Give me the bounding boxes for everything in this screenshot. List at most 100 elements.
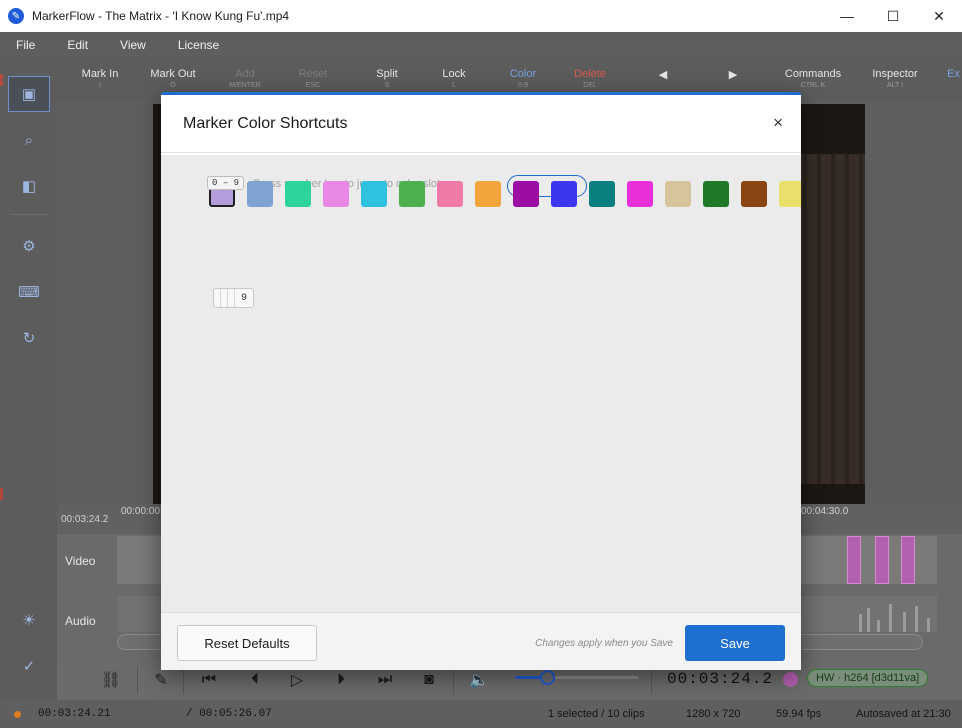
prev-marker-button[interactable]: ◀ — [653, 68, 673, 83]
audio-waveform — [867, 608, 870, 632]
skip-forward-icon: ⏭ — [377, 671, 393, 688]
split-button[interactable]: Split S — [361, 68, 413, 89]
menu-view[interactable]: View — [104, 38, 162, 52]
minimize-button[interactable]: — — [824, 0, 870, 32]
status-total-time: / 00:05:26.07 — [186, 708, 272, 720]
status-autosave: Autosaved at 21:30 — [856, 708, 951, 720]
video-scene — [793, 154, 865, 484]
maximize-button[interactable]: ☐ — [870, 0, 916, 32]
window-title: MarkerFlow - The Matrix - 'I Know Kung F… — [32, 9, 290, 23]
keycap — [221, 289, 228, 307]
color-swatch[interactable] — [475, 181, 501, 207]
color-swatch[interactable] — [513, 181, 539, 207]
window-controls: — ☐ ✕ — [824, 0, 962, 32]
reset-defaults-button[interactable]: Reset Defaults — [177, 625, 317, 661]
volume-button[interactable]: 🔈 — [467, 668, 491, 692]
keyboard-button[interactable]: ⌨ — [8, 274, 50, 310]
status-dot-icon — [14, 711, 21, 718]
settings-button[interactable]: ⚙ — [8, 228, 50, 264]
theme-button[interactable]: ☀ — [8, 602, 50, 638]
link-icon: ⛓ — [100, 672, 122, 689]
edit-button[interactable]: ✎ — [149, 668, 173, 692]
menu-file[interactable]: File — [0, 38, 51, 52]
ruler-end-label: 00:04:30.0 — [801, 506, 849, 517]
snapshot-button[interactable]: ◙ — [417, 668, 441, 692]
step-back-button[interactable]: ⏴ — [243, 668, 267, 692]
menu-license[interactable]: License — [162, 38, 235, 52]
close-window-button[interactable]: ✕ — [916, 0, 962, 32]
volume-slider-knob[interactable] — [540, 670, 556, 685]
audio-waveform — [903, 612, 906, 632]
search-icon: ⌕ — [24, 131, 34, 149]
marker-panel-button[interactable]: ▣ — [8, 76, 50, 112]
search-panel-button[interactable]: ⌕ — [8, 122, 50, 158]
color-swatch[interactable] — [247, 181, 273, 207]
color-swatch[interactable] — [779, 181, 801, 207]
status-ok-button[interactable]: ✓ — [8, 648, 50, 684]
dialog-title: Marker Color Shortcuts — [183, 115, 348, 132]
clip-marker[interactable] — [847, 536, 861, 584]
dialog-close-button[interactable]: × — [773, 113, 783, 133]
camera-icon: ◙ — [424, 671, 434, 688]
color-swatch[interactable] — [361, 181, 387, 207]
timeline-current-time: 00:03:24.2 — [61, 514, 109, 525]
color-swatch[interactable] — [323, 181, 349, 207]
color-swatch[interactable] — [551, 181, 577, 207]
reset-button[interactable]: Reset ESC — [287, 68, 339, 89]
marker-color-indicator[interactable] — [783, 672, 798, 687]
key-stack: 9 — [213, 288, 254, 308]
status-selection: 1 selected / 10 clips — [548, 708, 645, 720]
refresh-button[interactable]: ↻ — [8, 320, 50, 356]
save-button[interactable]: Save — [685, 625, 785, 661]
clip-marker[interactable] — [875, 536, 889, 584]
clip-marker[interactable] — [901, 536, 915, 584]
app-logo-icon: ✎ — [8, 8, 24, 24]
color-swatch[interactable] — [399, 181, 425, 207]
color-swatch[interactable] — [285, 181, 311, 207]
check-icon: ✓ — [22, 658, 36, 675]
split-view-button[interactable]: ◧ — [8, 168, 50, 204]
transport-divider — [651, 666, 652, 694]
dialog-body: Press number key to jump to color slots … — [161, 155, 801, 612]
next-marker-transport-button[interactable]: ⏭ — [373, 668, 397, 692]
audio-waveform — [877, 620, 880, 632]
keycap — [228, 289, 235, 307]
color-swatch[interactable] — [703, 181, 729, 207]
step-forward-icon: ⏵ — [336, 671, 345, 688]
left-rail: ▣ ⌕ ◧ ⚙ ⌨ ↻ ☀ ✓ — [0, 58, 57, 700]
transport-divider — [183, 666, 184, 694]
sun-icon: ☀ — [22, 612, 36, 629]
link-button[interactable]: ⛓ — [99, 668, 123, 692]
mark-out-button[interactable]: Mark Out O — [143, 68, 203, 89]
color-swatch[interactable] — [627, 181, 653, 207]
menu-edit[interactable]: Edit — [51, 38, 104, 52]
color-swatch[interactable] — [665, 181, 691, 207]
delete-button[interactable]: Delete DEL — [565, 68, 615, 89]
keyboard-icon: ⌨ — [18, 284, 40, 301]
commands-button[interactable]: Commands CTRL K — [783, 68, 843, 89]
audio-waveform — [859, 614, 862, 632]
color-button[interactable]: Color 0-9 — [497, 68, 549, 89]
volume-slider[interactable] — [515, 670, 639, 685]
next-marker-button[interactable]: ▶ — [723, 68, 743, 83]
timecode-display: 00:03:24.2 — [667, 670, 774, 688]
color-swatch[interactable] — [437, 181, 463, 207]
add-button[interactable]: Add M/ENTER — [219, 68, 271, 89]
footer-note: Changes apply when you Save — [535, 638, 673, 649]
lock-button[interactable]: Lock L — [429, 68, 479, 89]
refresh-icon: ↻ — [22, 330, 36, 347]
inspector-button[interactable]: Inspector ALT I — [867, 68, 923, 89]
audio-waveform — [927, 618, 930, 632]
prev-marker-transport-button[interactable]: ⏮ — [197, 668, 221, 692]
color-swatch[interactable] — [741, 181, 767, 207]
status-current-time: 00:03:24.21 — [38, 708, 111, 720]
audio-waveform — [915, 606, 918, 632]
step-forward-button[interactable]: ⏵ — [329, 668, 353, 692]
color-swatch[interactable] — [589, 181, 615, 207]
play-button[interactable]: ▷ — [285, 668, 309, 692]
export-button[interactable]: Ex — [945, 68, 962, 82]
mark-in-button[interactable]: Mark In I — [71, 68, 129, 89]
volume-icon: 🔈 — [469, 672, 489, 689]
rail-divider — [10, 214, 48, 215]
hw-decoder-badge: HW · h264 [d3d11va] — [807, 669, 929, 687]
